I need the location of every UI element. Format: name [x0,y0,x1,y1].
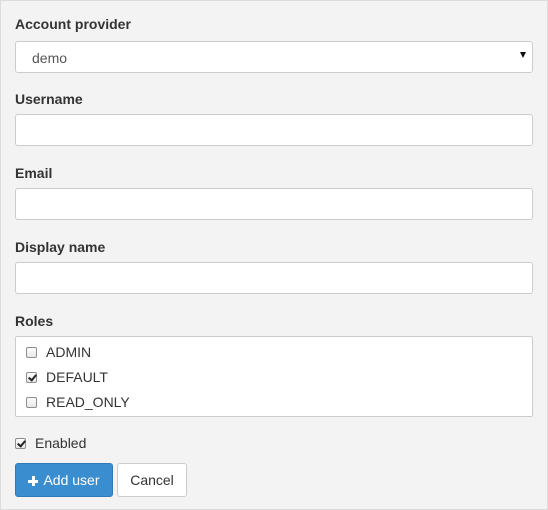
roles-label: Roles [15,313,54,329]
check-icon [28,372,37,382]
role-admin-label: ADMIN [46,344,92,360]
role-default-label: DEFAULT [46,369,108,385]
cancel-button[interactable]: Cancel [117,463,187,497]
enabled-label: Enabled [35,435,87,451]
account-provider-label: Account provider [15,16,131,32]
caret-down-icon [520,52,526,58]
display-name-label: Display name [15,239,106,255]
add-user-button[interactable]: Add user [15,463,113,497]
check-icon [17,438,26,448]
role-admin-checkbox[interactable] [26,347,37,358]
username-label: Username [15,91,83,107]
username-input[interactable] [15,114,533,146]
enabled-checkbox[interactable] [15,438,26,449]
roles-list: ADMIN DEFAULT READ_ONLY [15,336,533,417]
account-provider-selected-value: demo [32,50,68,66]
role-read-only-label: READ_ONLY [46,394,130,410]
add-user-button-label: Add user [43,472,100,488]
email-label: Email [15,165,53,181]
role-read-only-checkbox[interactable] [26,397,37,408]
display-name-input[interactable] [15,262,533,294]
add-user-form: Account provider demo Username Email Dis… [0,0,548,510]
email-input[interactable] [15,188,533,220]
account-provider-select[interactable]: demo [15,41,533,73]
plus-icon [28,476,39,486]
cancel-button-label: Cancel [130,472,174,488]
role-default-checkbox[interactable] [26,372,37,383]
